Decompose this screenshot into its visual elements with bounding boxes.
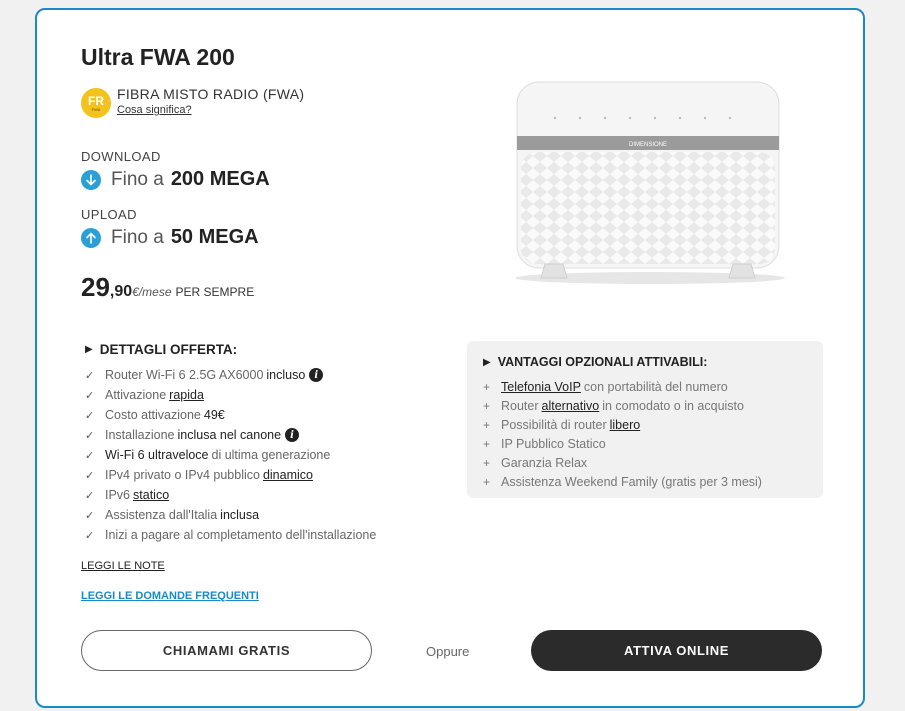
or-separator: Oppure: [426, 644, 470, 659]
price-period: PER SEMPRE: [175, 285, 255, 299]
what-does-it-mean-link[interactable]: Cosa significa?: [117, 104, 304, 116]
price-integer: 29: [81, 272, 110, 302]
details-heading: ▶ DETTAGLI OFFERTA:: [85, 342, 465, 357]
optional-benefits-box: ▶ VANTAGGI OPZIONALI ATTIVABILI: + Telef…: [467, 341, 823, 498]
offer-card: Ultra FWA 200 FR FWA FIBRA MISTO RADIO (…: [35, 8, 865, 708]
router-image: DIMENSIONE: [515, 81, 785, 284]
arrow-up-icon: [81, 227, 101, 248]
list-item: ✓ Attivazione rapida: [85, 388, 204, 402]
list-item: ✓ Assistenza dall'Italia inclusa: [85, 508, 260, 522]
alternative-router-link[interactable]: alternativo: [542, 399, 600, 413]
caret-right-icon: ▶: [85, 344, 93, 355]
check-icon: ✓: [85, 509, 95, 522]
static-ipv6-link[interactable]: statico: [133, 488, 169, 502]
free-router-link[interactable]: libero: [610, 418, 641, 432]
router-brand: DIMENSIONE: [629, 142, 667, 148]
download-value: 200 MEGA: [170, 168, 270, 190]
read-faq-link[interactable]: LEGGI LE DOMANDE FREQUENTI: [81, 590, 259, 602]
check-icon: ✓: [85, 489, 95, 502]
download-row: Fino a 200 MEGA: [81, 168, 270, 191]
badge-subtext: FWA: [91, 106, 101, 112]
download-label: DOWNLOAD: [81, 149, 161, 164]
list-item: ✓ Installazione inclusa nel canone i: [85, 425, 465, 445]
read-notes-link[interactable]: LEGGI LE NOTE: [81, 560, 165, 572]
optional-heading: ▶ VANTAGGI OPZIONALI ATTIVABILI:: [483, 355, 823, 369]
list-item: + Garanzia Relax: [483, 455, 588, 470]
list-item: ✓ Inizi a pagare al completamento dell'i…: [85, 528, 377, 542]
list-item: ✓ IPv6 statico: [85, 488, 170, 502]
plus-icon: +: [483, 417, 491, 432]
check-icon: ✓: [85, 449, 95, 462]
optional-heading-text: VANTAGGI OPZIONALI ATTIVABILI:: [497, 355, 708, 369]
download-prefix: Fino a: [111, 168, 164, 190]
list-item: + IP Pubblico Statico: [483, 436, 606, 451]
check-icon: ✓: [85, 529, 95, 542]
voip-link[interactable]: Telefonia VoIP: [501, 380, 581, 394]
call-me-free-button[interactable]: CHIAMAMI GRATIS: [81, 630, 372, 671]
upload-label: UPLOAD: [81, 207, 137, 222]
check-icon: ✓: [85, 409, 95, 422]
list-item: ✓ Wi-Fi 6 ultraveloce di ultima generazi…: [85, 448, 331, 462]
upload-row: Fino a 50 MEGA: [81, 226, 259, 249]
list-item: ✓ Costo attivazione 49€: [85, 408, 225, 422]
list-item: + Possibilità di router libero: [483, 417, 641, 432]
offer-title: Ultra FWA 200: [81, 44, 235, 70]
check-icon: ✓: [85, 389, 95, 402]
price-unit: €/mese: [132, 285, 172, 299]
fr-badge-icon: FR FWA: [81, 88, 111, 118]
upload-value: 50 MEGA: [170, 226, 259, 248]
check-icon: ✓: [85, 429, 95, 442]
badge-text: FR: [88, 93, 104, 108]
list-item: ✓ IPv4 privato o IPv4 pubblico dinamico: [85, 468, 313, 482]
check-icon: ✓: [85, 469, 95, 482]
list-item: + Telefonia VoIP con portabilità del num…: [483, 379, 728, 394]
plus-icon: +: [483, 379, 491, 394]
list-item: + Assistenza Weekend Family (gratis per …: [483, 474, 762, 489]
plus-icon: +: [483, 474, 491, 489]
price-decimal: ,90: [109, 283, 133, 300]
plus-icon: +: [483, 436, 491, 451]
list-item: ✓ Router Wi-Fi 6 2.5G AX6000 incluso i: [85, 365, 465, 385]
plus-icon: +: [483, 455, 491, 470]
upload-prefix: Fino a: [111, 226, 164, 248]
technology-label: FIBRA MISTO RADIO (FWA): [117, 86, 305, 102]
price: 29 ,90 €/mese PER SEMPRE: [81, 272, 254, 303]
details-heading-text: DETTAGLI OFFERTA:: [99, 342, 238, 357]
check-icon: ✓: [85, 369, 95, 382]
details-list: ✓ Router Wi-Fi 6 2.5G AX6000 incluso i ✓…: [85, 365, 465, 545]
rapid-activation-link[interactable]: rapida: [169, 388, 204, 402]
optional-list: + Telefonia VoIP con portabilità del num…: [483, 377, 823, 491]
technology-row: FR FWA FIBRA MISTO RADIO (FWA) Cosa sign…: [81, 86, 304, 118]
caret-right-icon: ▶: [483, 356, 491, 368]
plus-icon: +: [483, 398, 491, 413]
offer-details: ▶ DETTAGLI OFFERTA: ✓ Router Wi-Fi 6 2.5…: [85, 342, 465, 545]
info-icon[interactable]: i: [285, 428, 300, 442]
list-item: + Router alternativo in comodato o in ac…: [483, 398, 744, 413]
activate-online-button[interactable]: ATTIVA ONLINE: [531, 630, 822, 671]
arrow-down-icon: [81, 169, 101, 190]
dynamic-ip-link[interactable]: dinamico: [263, 468, 313, 482]
info-icon[interactable]: i: [309, 368, 324, 382]
